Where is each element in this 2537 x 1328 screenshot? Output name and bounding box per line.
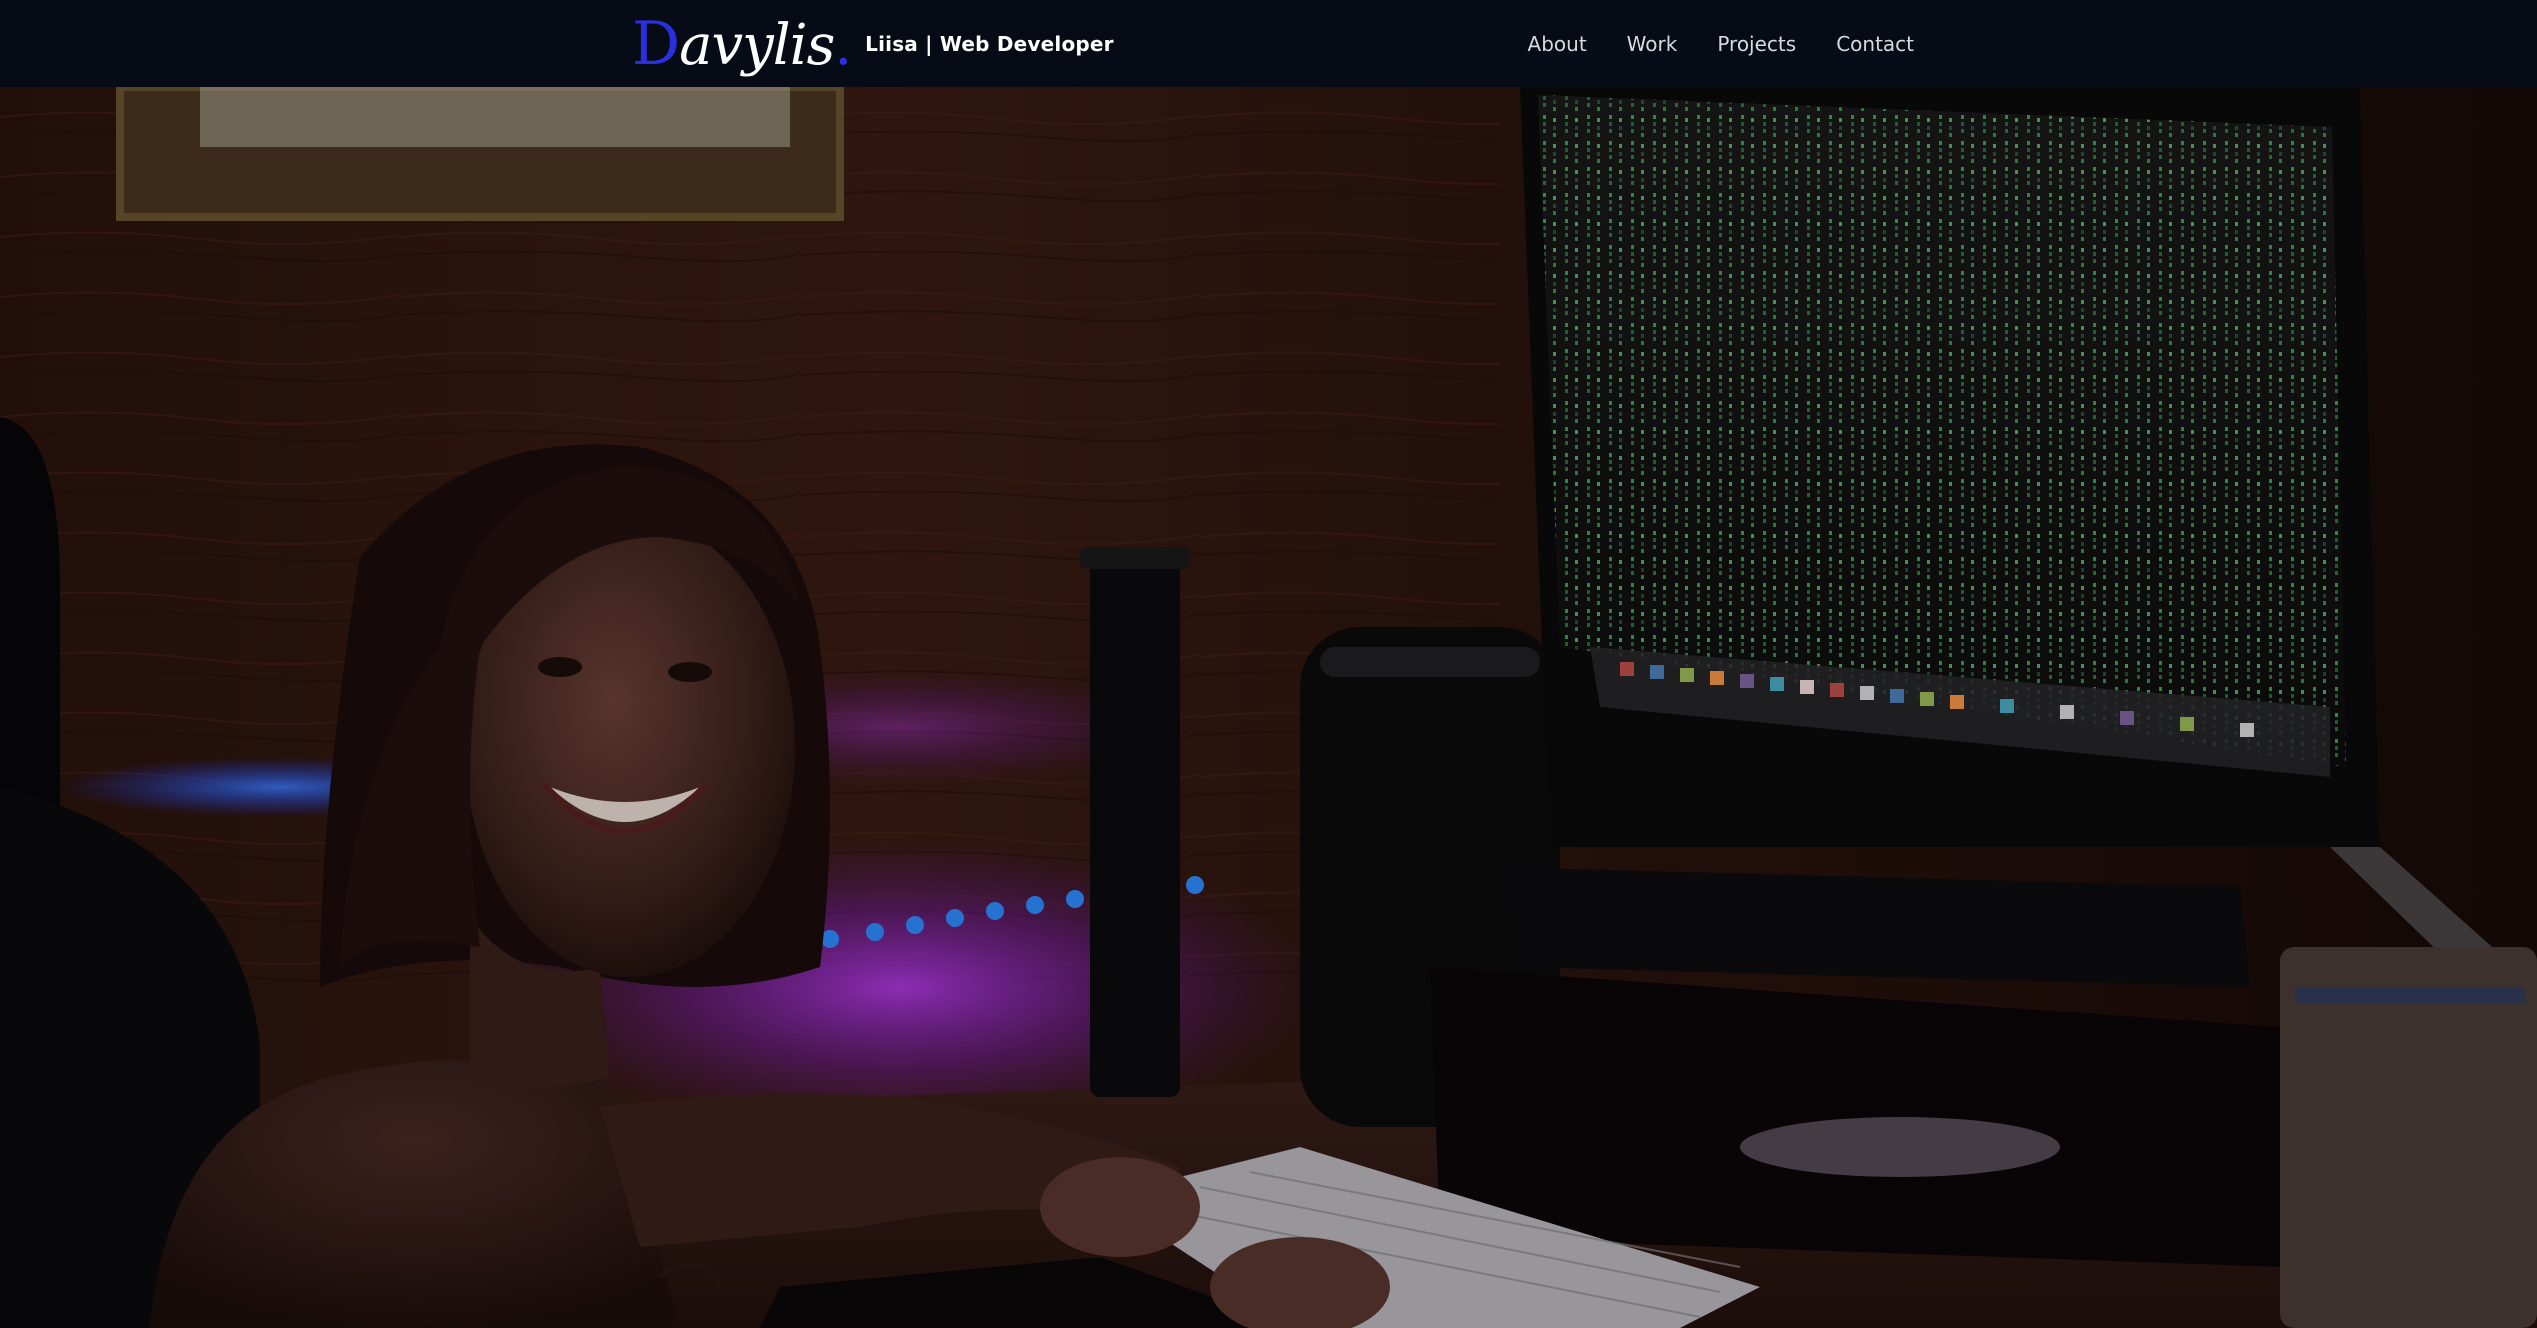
logo-initial: D	[632, 8, 680, 79]
logo-dot: .	[834, 12, 852, 78]
tagline: Liisa | Web Developer	[865, 31, 1114, 56]
page: Davylis. Liisa | Web Developer About Wor…	[0, 0, 2537, 1328]
nav-link-projects[interactable]: Projects	[1717, 32, 1796, 56]
brand[interactable]: Davylis. Liisa | Web Developer	[632, 0, 1114, 87]
top-navbar: Davylis. Liisa | Web Developer About Wor…	[0, 0, 2537, 87]
logo[interactable]: Davylis.	[632, 8, 852, 79]
nav-link-about[interactable]: About	[1528, 32, 1587, 56]
logo-text: avylis	[679, 12, 835, 78]
nav-menu: About Work Projects Contact	[1528, 0, 1914, 87]
nav-link-contact[interactable]: Contact	[1836, 32, 1914, 56]
hero-photo	[0, 87, 2537, 1328]
nav-link-work[interactable]: Work	[1627, 32, 1678, 56]
hero-image	[0, 87, 2537, 1328]
